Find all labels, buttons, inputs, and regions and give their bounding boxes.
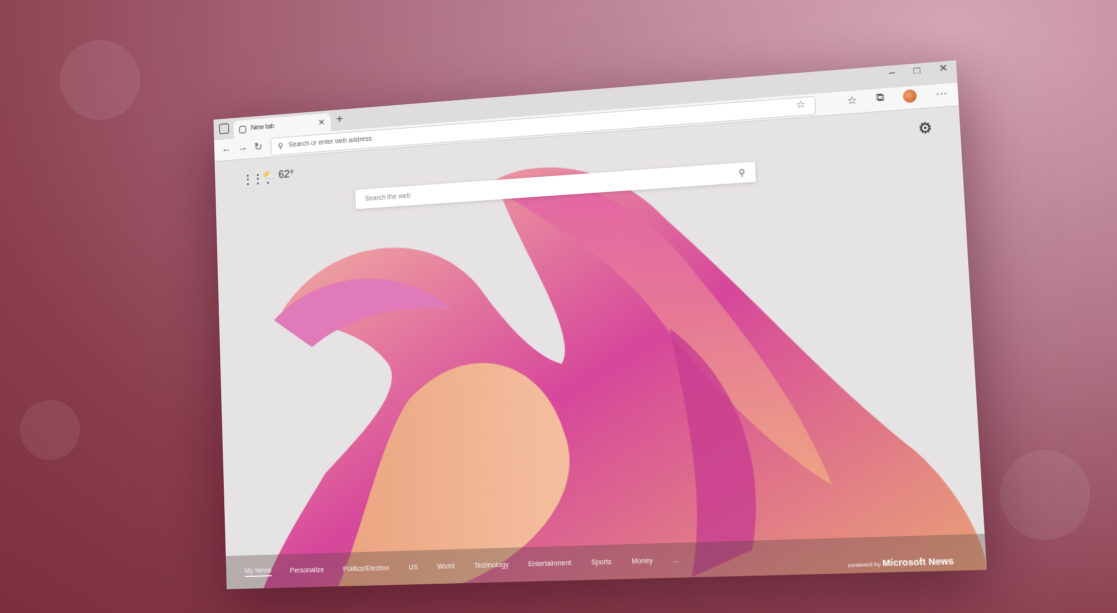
news-tab-personalize[interactable]: Personalize bbox=[290, 566, 324, 574]
tab-close-icon[interactable]: ✕ bbox=[318, 117, 325, 128]
add-favorite-icon[interactable]: ☆ bbox=[796, 100, 806, 112]
weather-widget[interactable]: ⛅ 62° bbox=[262, 167, 294, 183]
back-icon[interactable]: ← bbox=[221, 143, 231, 155]
browser-window: New tab ✕ + – □ ✕ ← → ↻ ⚲ Search or ente… bbox=[213, 60, 987, 590]
close-button[interactable]: ✕ bbox=[939, 63, 949, 75]
maximize-button[interactable]: □ bbox=[913, 65, 920, 77]
page-icon bbox=[238, 125, 247, 134]
news-tab-entertainment[interactable]: Entertainment bbox=[528, 560, 571, 568]
toolbar-icons: ☆ ⧉ ··· bbox=[847, 87, 948, 108]
powered-brand: Microsoft News bbox=[882, 555, 955, 569]
news-tab-world[interactable]: World bbox=[437, 563, 455, 570]
tab-actions-icon[interactable] bbox=[219, 123, 230, 135]
bokeh-light bbox=[20, 400, 80, 460]
favorites-icon[interactable]: ☆ bbox=[847, 94, 858, 108]
collections-icon[interactable]: ⧉ bbox=[876, 91, 885, 105]
window-controls: – □ ✕ bbox=[889, 63, 949, 79]
news-more-button[interactable]: ... bbox=[673, 557, 679, 564]
address-placeholder: Search or enter web address bbox=[288, 135, 373, 149]
bokeh-light bbox=[1000, 450, 1090, 540]
news-tab-politics[interactable]: Politics/Election bbox=[343, 565, 390, 573]
tab-title: New tab bbox=[250, 123, 275, 132]
profile-avatar[interactable] bbox=[902, 88, 918, 104]
bokeh-light bbox=[60, 40, 140, 120]
refresh-icon[interactable]: ↻ bbox=[254, 140, 263, 153]
new-tab-button[interactable]: + bbox=[336, 111, 344, 126]
news-tab-technology[interactable]: Technology bbox=[474, 561, 509, 569]
news-tab-sports[interactable]: Sports bbox=[591, 558, 612, 566]
new-tab-page: ⋮⋮⋮ ⛅ 62° ⚙ Search the web ⚲ My News Per… bbox=[214, 106, 987, 590]
news-tab-us[interactable]: US bbox=[408, 564, 418, 571]
powered-prefix: powered by bbox=[847, 562, 881, 570]
minimize-button[interactable]: – bbox=[889, 67, 895, 79]
news-tab-my-news[interactable]: My News bbox=[244, 566, 272, 577]
forward-icon[interactable]: → bbox=[238, 142, 248, 154]
powered-by: powered by Microsoft News bbox=[847, 555, 955, 570]
news-tab-money[interactable]: Money bbox=[631, 557, 653, 565]
search-icon: ⚲ bbox=[277, 141, 284, 151]
weather-icon: ⛅ bbox=[262, 169, 276, 183]
weather-temp: 62° bbox=[278, 167, 294, 181]
more-icon[interactable]: ··· bbox=[935, 87, 947, 100]
settings-gear-icon[interactable]: ⚙ bbox=[918, 118, 933, 137]
search-icon[interactable]: ⚲ bbox=[738, 167, 745, 178]
